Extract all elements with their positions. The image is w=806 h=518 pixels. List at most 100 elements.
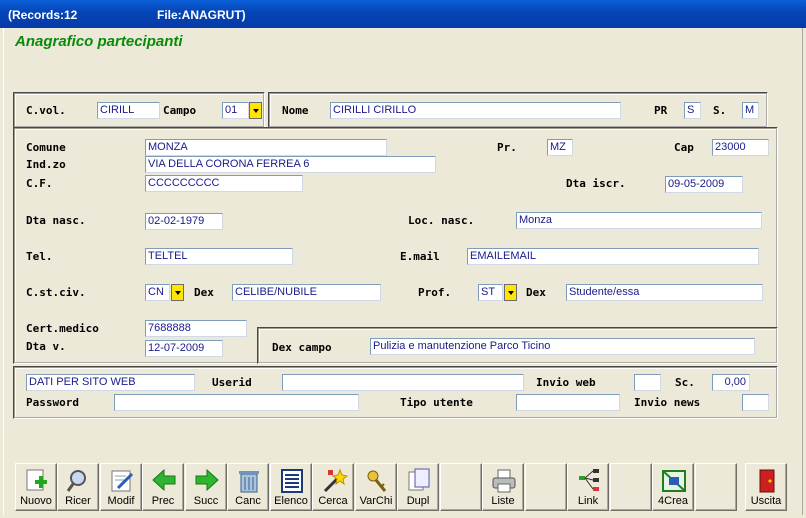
prec-label: Prec (151, 495, 175, 507)
invio-news-label: Invio news (634, 396, 701, 409)
prov-field[interactable]: MZ (547, 139, 573, 156)
cstciv-field[interactable]: CN (145, 284, 170, 301)
cerca-label: Cerca (318, 495, 348, 507)
dex-campo-label: Dex campo (272, 341, 332, 354)
file-name: File:ANAGRUT) (157, 8, 246, 22)
dta-nasc-field[interactable]: 02-02-1979 (145, 213, 223, 230)
dex2-field[interactable]: Studente/essa (566, 284, 763, 301)
keys-icon (367, 470, 387, 492)
tipo-utente-field[interactable] (516, 394, 620, 411)
indirizzo-label: Ind.zo (26, 158, 66, 171)
link-button[interactable]: Link (567, 463, 609, 511)
campo-field[interactable]: 01 (222, 102, 249, 119)
cap-field[interactable]: 23000 (712, 139, 769, 156)
create-icon (662, 470, 686, 492)
invio-web-label: Invio web (536, 376, 596, 389)
dta-iscr-field[interactable]: 09-05-2009 (665, 176, 743, 193)
comune-label: Comune (26, 141, 66, 154)
prof-dropdown-button[interactable] (504, 284, 517, 301)
canc-button[interactable]: Canc (227, 463, 269, 511)
invio-news-field[interactable] (742, 394, 769, 411)
s-label: S. (713, 104, 727, 117)
modif-label: Modif (107, 495, 135, 507)
pr-field[interactable]: S (684, 102, 701, 119)
tipo-utente-label: Tipo utente (400, 396, 473, 409)
invio-web-field[interactable] (634, 374, 661, 391)
toolbar: Nuovo Ricer Modif Prec Succ Canc Elenco … (12, 463, 791, 513)
uscita-button[interactable]: Uscita (745, 463, 787, 511)
userid-field[interactable] (282, 374, 524, 391)
email-field[interactable]: EMAILEMAIL (467, 248, 759, 265)
link-tree-icon (579, 469, 599, 491)
cstciv-label: C.st.civ. (26, 286, 86, 299)
ricer-label: Ricer (65, 495, 91, 507)
dta-iscr-label: Dta iscr. (566, 177, 626, 190)
dtav-field[interactable]: 12-07-2009 (145, 340, 223, 357)
dupl-label: Dupl (406, 495, 430, 507)
arrow-left-icon (152, 468, 176, 492)
edit-icon (111, 470, 134, 492)
empty-button-4[interactable] (695, 463, 737, 511)
sc-label: Sc. (675, 376, 695, 389)
dex1-label: Dex (194, 286, 214, 299)
elenco-label: Elenco (274, 495, 308, 507)
4crea-label: 4Crea (658, 495, 688, 507)
cert-field[interactable]: 7688888 (145, 320, 247, 337)
cerca-button[interactable]: Cerca (312, 463, 354, 511)
varchi-label: VarChi (359, 495, 393, 507)
dupl-button[interactable]: Dupl (397, 463, 439, 511)
magnifier-icon (66, 470, 86, 492)
password-label: Password (26, 396, 79, 409)
indirizzo-field[interactable]: VIA DELLA CORONA FERREA 6 (145, 156, 436, 173)
empty-button-3[interactable] (610, 463, 652, 511)
liste-button[interactable]: Liste (482, 463, 524, 511)
email-label: E.mail (400, 250, 440, 263)
dati-sito-web-field[interactable]: DATI PER SITO WEB (26, 374, 195, 391)
cert-label: Cert.medico (26, 322, 99, 335)
cf-label: C.F. (26, 177, 53, 190)
cvol-label: C.vol. (26, 104, 66, 117)
empty-button-2[interactable] (525, 463, 567, 511)
s-field[interactable]: M (742, 102, 759, 119)
succ-label: Succ (193, 495, 219, 507)
dex1-field[interactable]: CELIBE/NUBILE (232, 284, 381, 301)
nome-field[interactable]: CIRILLI CIRILLO (330, 102, 621, 119)
elenco-button[interactable]: Elenco (270, 463, 312, 511)
nuovo-button[interactable]: Nuovo (15, 463, 57, 511)
empty-button-1[interactable] (440, 463, 482, 511)
cf-field[interactable]: CCCCCCCCC (145, 175, 303, 192)
tel-field[interactable]: TELTEL (145, 248, 293, 265)
new-record-icon (26, 469, 47, 491)
liste-label: Liste (491, 495, 515, 507)
dex-campo-field[interactable]: Pulizia e manutenzione Parco Ticino (370, 338, 755, 355)
modif-button[interactable]: Modif (100, 463, 142, 511)
nome-label: Nome (282, 104, 309, 117)
link-label: Link (577, 495, 599, 507)
prec-button[interactable]: Prec (142, 463, 184, 511)
campo-label: Campo (163, 104, 197, 117)
loc-nasc-field[interactable]: Monza (516, 212, 762, 229)
4crea-button[interactable]: 4Crea (652, 463, 694, 511)
wand-icon (323, 468, 348, 493)
prov-label: Pr. (497, 141, 517, 154)
sc-field[interactable]: 0,00 (712, 374, 750, 391)
password-field[interactable] (114, 394, 359, 411)
dex2-label: Dex (526, 286, 546, 299)
pr-label: PR (654, 104, 668, 117)
canc-label: Canc (235, 495, 261, 507)
prof-field[interactable]: ST (478, 284, 503, 301)
trash-icon (239, 471, 259, 493)
list-icon (281, 469, 303, 493)
tel-label: Tel. (26, 250, 53, 263)
cap-label: Cap (674, 141, 694, 154)
campo-dropdown-button[interactable] (249, 102, 262, 119)
exit-door-icon (759, 469, 775, 493)
dta-nasc-label: Dta nasc. (26, 214, 86, 227)
ricer-button[interactable]: Ricer (57, 463, 99, 511)
cstciv-dropdown-button[interactable] (171, 284, 184, 301)
cvol-field[interactable]: CIRILL (97, 102, 160, 119)
dtav-label: Dta v. (26, 340, 66, 353)
varchi-button[interactable]: VarChi (355, 463, 397, 511)
comune-field[interactable]: MONZA (145, 139, 387, 156)
succ-button[interactable]: Succ (185, 463, 227, 511)
